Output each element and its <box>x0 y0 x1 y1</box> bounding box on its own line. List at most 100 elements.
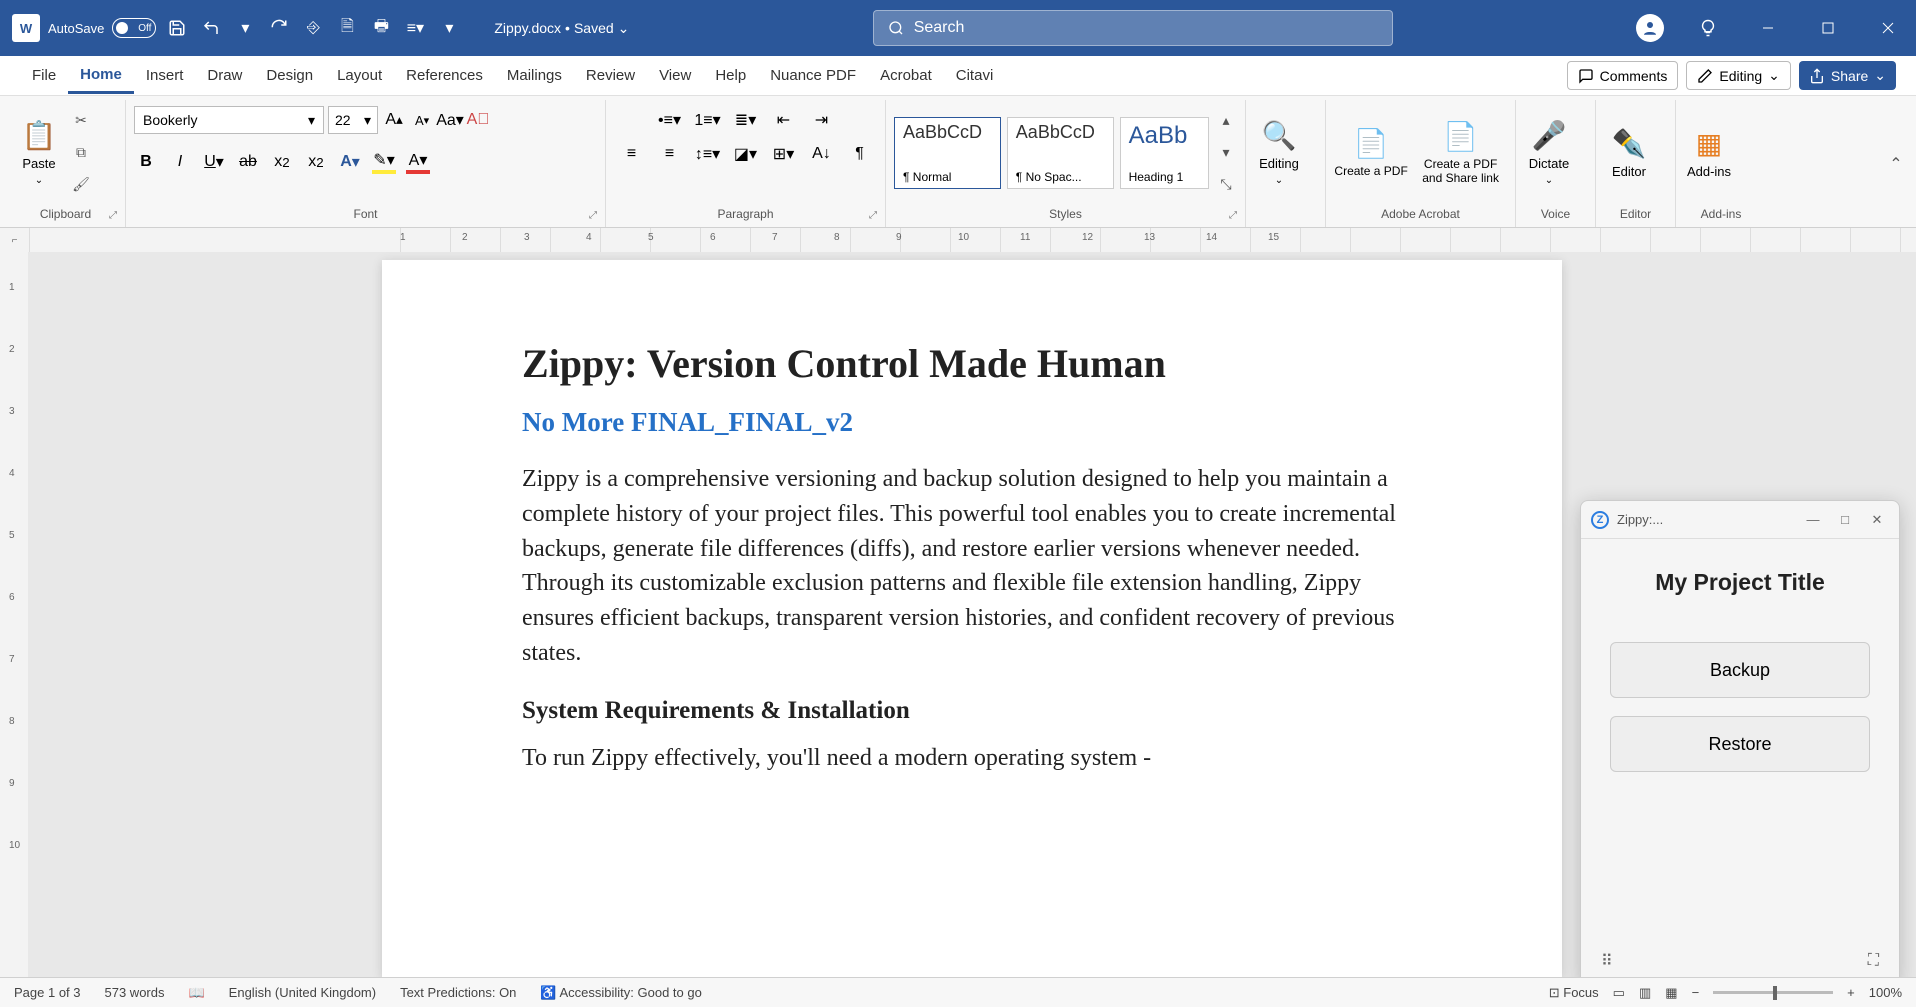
backup-button[interactable]: Backup <box>1610 642 1870 698</box>
qat-customize-icon[interactable]: ▾ <box>436 15 462 41</box>
expand-corner-icon[interactable]: ⛶ <box>1868 952 1879 970</box>
ruler-horizontal[interactable]: ⌐ 123456789101112131415 <box>0 228 1916 252</box>
tab-insert[interactable]: Insert <box>134 59 196 92</box>
tab-layout[interactable]: Layout <box>325 59 394 92</box>
maximize-button[interactable] <box>1812 12 1844 44</box>
styles-expand-icon[interactable]: ⤡ <box>1215 174 1237 196</box>
doc-paragraph-2[interactable]: To run Zippy effectively, you'll need a … <box>522 741 1422 776</box>
cut-button[interactable]: ✂ <box>70 110 92 132</box>
format-painter-button[interactable]: 🖌 <box>70 174 92 196</box>
bullets-button[interactable]: •≡▾ <box>658 108 682 132</box>
font-name-select[interactable]: Bookerly▾ <box>134 106 324 134</box>
zoom-in-button[interactable]: + <box>1847 985 1855 1000</box>
comments-button[interactable]: Comments <box>1567 61 1679 90</box>
tab-design[interactable]: Design <box>254 59 325 92</box>
paste-button[interactable]: 📋 Paste ⌄ <box>14 113 64 193</box>
lightbulb-icon[interactable] <box>1692 12 1724 44</box>
tab-help[interactable]: Help <box>703 59 758 92</box>
style-no-spacing[interactable]: AaBbCcD ¶ No Spac... <box>1007 117 1114 189</box>
copy-button[interactable]: ⧉ <box>70 142 92 164</box>
text-effects-button[interactable]: A▾ <box>338 150 362 174</box>
status-language[interactable]: English (United Kingdom) <box>229 985 376 1000</box>
underline-button[interactable]: U▾ <box>202 150 226 174</box>
tab-home[interactable]: Home <box>68 58 134 94</box>
collapse-ribbon-button[interactable]: ⌃ <box>1882 100 1910 227</box>
web-layout-button[interactable]: ▦ <box>1665 985 1677 1001</box>
save-icon[interactable] <box>164 15 190 41</box>
addins-button[interactable]: ▦ Add-ins <box>1684 113 1734 193</box>
status-page[interactable]: Page 1 of 3 <box>14 985 81 1000</box>
font-color-button[interactable]: A▾ <box>406 150 430 174</box>
status-spellcheck-icon[interactable]: 📖 <box>188 985 204 1001</box>
document-page[interactable]: Zippy: Version Control Made Human No Mor… <box>382 260 1562 977</box>
close-button[interactable] <box>1872 12 1904 44</box>
undo-icon[interactable] <box>198 15 224 41</box>
search-input[interactable]: Search <box>873 10 1393 46</box>
doc-heading-2[interactable]: No More FINAL_FINAL_v2 <box>522 407 1422 438</box>
clear-formatting-button[interactable]: A⃠ <box>466 108 490 132</box>
read-mode-button[interactable]: ▭ <box>1613 985 1625 1001</box>
dictate-button[interactable]: 🎤 Dictate ⌄ <box>1524 113 1574 193</box>
strikethrough-button[interactable]: ab <box>236 150 260 174</box>
tab-file[interactable]: File <box>20 59 68 92</box>
grow-font-button[interactable]: A▴ <box>382 108 406 132</box>
styles-launcher-icon[interactable]: ⤢ <box>1229 210 1237 221</box>
shrink-font-button[interactable]: A▾ <box>410 108 434 132</box>
font-size-select[interactable]: 22▾ <box>328 106 378 134</box>
zoom-slider[interactable] <box>1713 991 1833 994</box>
doc-paragraph-1[interactable]: Zippy is a comprehensive versioning and … <box>522 462 1422 671</box>
superscript-button[interactable]: x2 <box>304 150 328 174</box>
status-predictions[interactable]: Text Predictions: On <box>400 985 516 1000</box>
print-layout-button[interactable]: ▥ <box>1639 985 1651 1001</box>
autosave-toggle[interactable]: AutoSave Off <box>48 18 156 38</box>
line-spacing-button[interactable]: ↕≡▾ <box>696 142 720 166</box>
undo-dropdown-icon[interactable]: ▾ <box>232 15 258 41</box>
share-button[interactable]: Share ⌄ <box>1799 61 1896 90</box>
subscript-button[interactable]: x2 <box>270 150 294 174</box>
editing-mode-button[interactable]: Editing ⌄ <box>1686 61 1791 90</box>
numbering-button[interactable]: 1≡▾ <box>696 108 720 132</box>
align-center-button[interactable]: ≡ <box>658 142 682 166</box>
style-normal[interactable]: AaBbCcD ¶ Normal <box>894 117 1001 189</box>
tab-nuance-pdf[interactable]: Nuance PDF <box>758 59 868 92</box>
editor-button[interactable]: ✒️ Editor <box>1604 113 1654 193</box>
doc-heading-3[interactable]: System Requirements & Installation <box>522 697 1422 725</box>
restore-button[interactable]: Restore <box>1610 716 1870 772</box>
borders-button[interactable]: ⊞▾ <box>772 142 796 166</box>
focus-mode-button[interactable]: ⊡ Focus <box>1549 985 1599 1001</box>
zoom-level[interactable]: 100% <box>1869 985 1902 1000</box>
autosave-switch[interactable]: Off <box>112 18 156 38</box>
tab-draw[interactable]: Draw <box>195 59 254 92</box>
doc-heading-1[interactable]: Zippy: Version Control Made Human <box>522 340 1422 387</box>
create-pdf-button[interactable]: 📄 Create a PDF <box>1334 113 1408 193</box>
status-accessibility[interactable]: ♿ Accessibility: Good to go <box>540 985 701 1001</box>
qat-btn-7[interactable]: ≡▾ <box>402 15 428 41</box>
create-pdf-share-button[interactable]: 📄 Create a PDF and Share link <box>1414 113 1507 193</box>
clipboard-launcher-icon[interactable]: ⤢ <box>109 210 117 221</box>
qat-btn-4[interactable]: ⎆ <box>300 15 326 41</box>
zippy-close-button[interactable]: ✕ <box>1865 512 1889 528</box>
editing-button[interactable]: 🔍 Editing ⌄ <box>1254 113 1304 193</box>
increase-indent-button[interactable]: ⇥ <box>810 108 834 132</box>
zoom-out-button[interactable]: − <box>1692 985 1700 1000</box>
qat-btn-6[interactable]: 🖶 <box>368 15 394 41</box>
document-title[interactable]: Zippy.docx • Saved ⌄ <box>494 20 629 37</box>
ruler-vertical[interactable]: 12345678910 <box>0 252 28 977</box>
decrease-indent-button[interactable]: ⇤ <box>772 108 796 132</box>
zippy-minimize-button[interactable]: — <box>1801 512 1825 527</box>
font-launcher-icon[interactable]: ⤢ <box>589 210 597 221</box>
change-case-button[interactable]: Aa▾ <box>438 108 462 132</box>
bold-button[interactable]: B <box>134 150 158 174</box>
tab-citavi[interactable]: Citavi <box>944 59 1006 92</box>
style-heading1[interactable]: AaBb Heading 1 <box>1120 117 1209 189</box>
paragraph-launcher-icon[interactable]: ⤢ <box>869 210 877 221</box>
tab-review[interactable]: Review <box>574 59 647 92</box>
qat-btn-5[interactable]: 🗎 <box>334 15 360 41</box>
italic-button[interactable]: I <box>168 150 192 174</box>
redo-icon[interactable] <box>266 15 292 41</box>
shading-button[interactable]: ◪▾ <box>734 142 758 166</box>
multilevel-button[interactable]: ≣▾ <box>734 108 758 132</box>
drag-handle-icon[interactable]: ⠿ <box>1601 951 1613 971</box>
show-marks-button[interactable]: ¶ <box>848 142 872 166</box>
sort-button[interactable]: A↓ <box>810 142 834 166</box>
